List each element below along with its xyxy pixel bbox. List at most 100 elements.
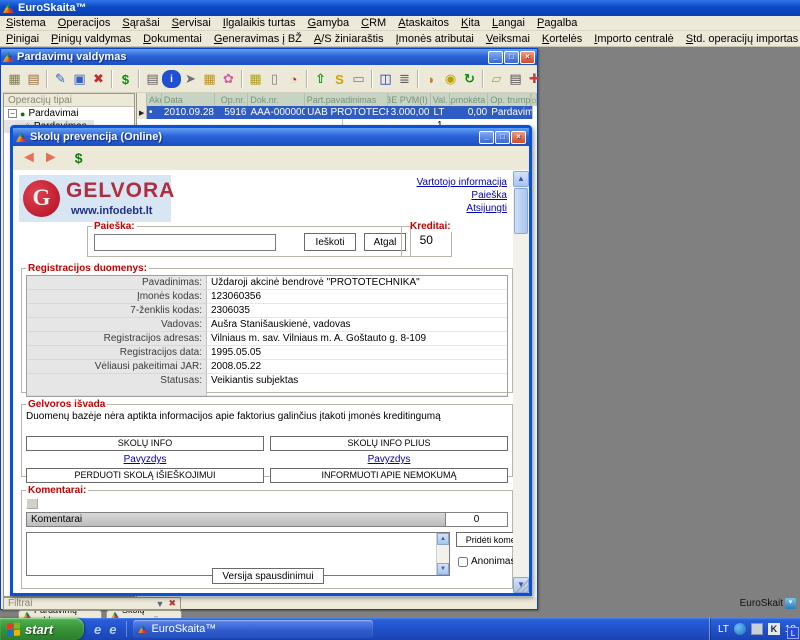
col-bepvm[interactable]: BE PVM(I) (388, 93, 431, 106)
maximize-button[interactable]: □ (504, 51, 519, 64)
menu2-as-ziniarastis[interactable]: A/S žiniaraštis (308, 33, 390, 45)
scroll-up-icon[interactable]: ▲ (437, 533, 449, 545)
toolbar-calendar-icon[interactable]: ▦ (200, 70, 219, 88)
col-currency[interactable]: Val. (431, 93, 450, 106)
search-link[interactable]: Paieška (471, 190, 507, 201)
menu-pagalba[interactable]: Pagalba (531, 17, 583, 29)
minimize-button[interactable]: _ (479, 131, 494, 144)
tree-item-pardavimai[interactable]: − ● Pardavimai (4, 107, 134, 120)
filter-clear-icon[interactable]: ✖ (168, 598, 176, 609)
col-akc[interactable]: Akc.? (147, 93, 162, 106)
toolbar-pointer-icon[interactable]: ◗ (422, 70, 441, 88)
keyboard-layout-icon[interactable]: L (787, 627, 799, 639)
toolbar-print2-icon[interactable]: ▤ (506, 70, 525, 88)
textarea-scrollbar[interactable]: ▲ ▼ (436, 533, 449, 575)
toolbar-schedule-icon[interactable]: ▦ (246, 70, 265, 88)
menu-ataskaitos[interactable]: Ataskaitos (392, 17, 455, 29)
col-doknr[interactable]: Dok.nr. (248, 93, 305, 106)
toolbar-grid-icon[interactable]: ≣ (395, 70, 414, 88)
toolbar-chart-icon[interactable]: ◔ (284, 70, 303, 88)
minimize-button[interactable]: _ (488, 51, 503, 64)
toolbar-info-icon[interactable]: i (162, 70, 181, 88)
toolbar-coins-icon[interactable]: ◉ (441, 70, 460, 88)
toolbar-form-icon[interactable]: ▦ (5, 70, 24, 88)
menu-servisai[interactable]: Servisai (166, 17, 217, 29)
toolbar-refresh-icon[interactable]: ↻ (460, 70, 479, 88)
menu2-korteles[interactable]: Kortelės (536, 33, 588, 45)
start-button[interactable]: start (0, 618, 84, 640)
menu2-generavimas[interactable]: Generavimas į BŽ (208, 33, 308, 45)
toolbar-flower-icon[interactable]: ✿ (219, 70, 238, 88)
ie-icon[interactable]: e (94, 622, 101, 637)
menu-operacijos[interactable]: Operacijos (52, 17, 117, 29)
tree-collapse-icon[interactable]: − (8, 109, 17, 118)
debt-info-plus-button[interactable]: SKOLŲ INFO PLIUS (270, 436, 508, 451)
nav-back-icon[interactable]: ◄ (21, 150, 37, 166)
col-opshort[interactable]: Op. trumpa (488, 93, 531, 106)
credits-icon[interactable]: $ (75, 150, 83, 166)
toolbar-note-icon[interactable]: ▱ (487, 70, 506, 88)
menu2-pinigu-valdymas[interactable]: Pinigų valdymas (45, 33, 137, 45)
example-link[interactable]: Pavyzdys (368, 454, 411, 465)
ie-icon[interactable]: e (109, 622, 116, 637)
toolbar-layers-icon[interactable]: S (330, 70, 349, 88)
menu-kita[interactable]: Kita (455, 17, 486, 29)
transfer-debt-button[interactable]: PERDUOTI SKOLĄ IŠIEŠKOJIMUI (26, 468, 264, 483)
toolbar-import-icon[interactable]: ⇧ (311, 70, 330, 88)
tray-k-icon[interactable]: K (768, 623, 780, 635)
toolbar-cards-icon[interactable]: ▤ (24, 70, 43, 88)
col-partner[interactable]: Part.pavadinimas (305, 93, 388, 106)
menu-ilgalaikis-turtas[interactable]: Ilgalaikis turtas (217, 17, 302, 29)
toolbar-delete-icon[interactable]: ✖ (89, 70, 108, 88)
toolbar-document-icon[interactable]: ▯ (265, 70, 284, 88)
dialog-scrollbar[interactable]: ▲ ▼ (513, 171, 529, 593)
toolbar-copy-icon[interactable]: ▣ (70, 70, 89, 88)
filter-funnel-icon[interactable]: ▼ (156, 599, 165, 609)
tray-window-icon[interactable] (751, 623, 763, 635)
close-button[interactable]: × (520, 51, 535, 64)
col-data[interactable]: Data (162, 93, 216, 106)
comments-tool-icon[interactable] (26, 498, 38, 509)
menu-sistema[interactable]: Sistema (0, 17, 52, 29)
toolbar-edit-icon[interactable]: ✎ (51, 70, 70, 88)
toolbar-calculator-icon[interactable]: ◫ (376, 70, 395, 88)
col-paid[interactable]: Apmokėta (450, 93, 489, 106)
user-info-link[interactable]: Vartotojo informacija (417, 177, 507, 188)
table-row[interactable]: ▶ • 2010.09.28 5916 AAA-0000001 UAB PROT… (137, 106, 537, 119)
search-input[interactable] (94, 234, 276, 251)
mdi-status-dropdown-icon[interactable]: ▾ (785, 598, 796, 609)
toolbar-print-icon[interactable]: ▤ (143, 70, 162, 88)
search-button[interactable]: Ieškoti (304, 233, 356, 251)
col-opnr[interactable]: Op.nr. (215, 93, 248, 106)
col-counter[interactable]: ☼ (531, 93, 537, 106)
print-version-button[interactable]: Versija spausdinimui (212, 568, 324, 584)
menu-langai[interactable]: Langai (486, 17, 531, 29)
toolbar-window-icon[interactable]: ▭ (349, 70, 368, 88)
toolbar-tools-icon[interactable]: ✚ (525, 70, 544, 88)
maximize-button[interactable]: □ (495, 131, 510, 144)
menu2-imones-atributai[interactable]: Įmonės atributai (390, 33, 480, 45)
scroll-down-icon[interactable]: ▼ (437, 563, 449, 575)
menu-sarasai[interactable]: Sąrašai (116, 17, 165, 29)
menu2-pinigai[interactable]: Pinigai (0, 33, 45, 45)
tray-app-icon[interactable] (734, 623, 746, 635)
debt-info-button[interactable]: SKOLŲ INFO (26, 436, 264, 451)
back-button[interactable]: Atgal (364, 233, 406, 251)
comments-header[interactable]: Komentarai 0 (26, 512, 508, 527)
taskbar-item-euroskaita[interactable]: EuroSkaita™ (133, 620, 373, 638)
menu-crm[interactable]: CRM (355, 17, 392, 29)
scroll-up-icon[interactable]: ▲ (513, 171, 529, 187)
menu-gamyba[interactable]: Gamyba (302, 17, 356, 29)
menu2-dokumentai[interactable]: Dokumentai (137, 33, 208, 45)
report-insolvency-button[interactable]: INFORMUOTI APIE NEMOKUMĄ (270, 468, 508, 483)
close-button[interactable]: × (511, 131, 526, 144)
language-indicator[interactable]: LT (718, 624, 729, 635)
toolbar-delivery-icon[interactable]: ➤ (181, 70, 200, 88)
logout-link[interactable]: Atsijungti (466, 203, 507, 214)
example-link[interactable]: Pavyzdys (124, 454, 167, 465)
menu2-importo-centrale[interactable]: Importo centralė (588, 33, 680, 45)
menu2-veiksmai[interactable]: Veiksmai (480, 33, 536, 45)
anonymous-checkbox[interactable] (458, 557, 468, 567)
menu2-std-importas[interactable]: Std. operacijų importas (680, 33, 800, 45)
scrollbar-thumb[interactable] (514, 188, 528, 234)
